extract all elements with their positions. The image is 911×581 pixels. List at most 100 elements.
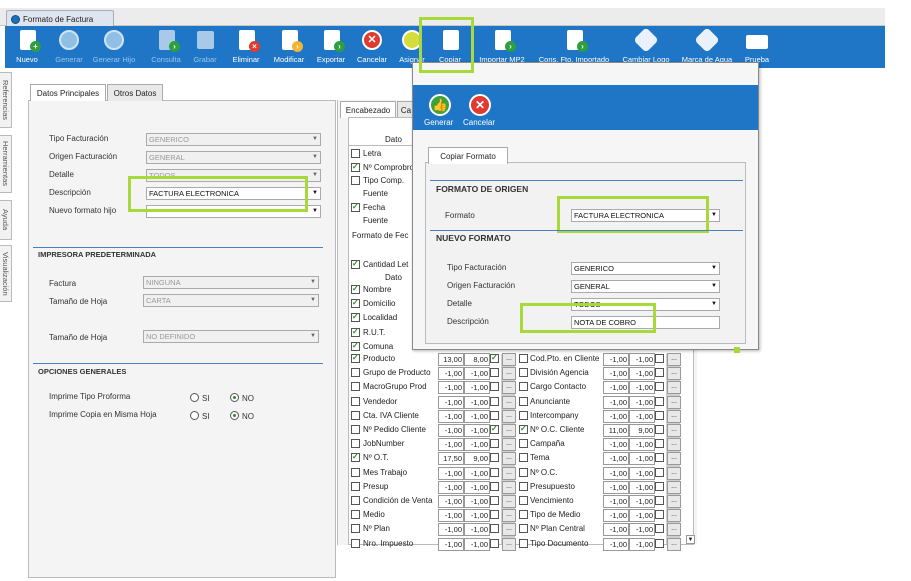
row-checkbox[interactable] <box>490 424 499 434</box>
row-value-x[interactable]: -1,00 <box>438 395 464 409</box>
row-value-y[interactable]: -1,00 <box>629 509 655 523</box>
row-checkbox[interactable] <box>351 510 360 520</box>
row-options-button[interactable]: ... <box>502 438 516 452</box>
row-checkbox[interactable] <box>351 481 360 491</box>
tab-copiar-formato[interactable]: Copiar Formato <box>428 147 508 164</box>
row-value-y[interactable]: -1,00 <box>629 381 655 395</box>
row-checkbox[interactable] <box>519 382 528 392</box>
row-checkbox[interactable] <box>490 538 499 548</box>
row-checkbox[interactable] <box>655 354 664 363</box>
side-tab-visualizacion[interactable]: Visualización <box>0 245 12 302</box>
toolbar-new-doc-button[interactable]: + Nuevo <box>9 26 45 68</box>
row-checkbox[interactable] <box>490 368 499 378</box>
row-options-button[interactable]: ... <box>667 381 681 395</box>
row-value-y[interactable]: -1,00 <box>464 480 490 494</box>
row-checkbox[interactable] <box>490 453 499 463</box>
field-checkbox[interactable] <box>351 341 360 351</box>
toolbar-thumbs-up-button[interactable]: Generar Hijo <box>89 26 139 68</box>
row-checkbox[interactable] <box>351 425 360 434</box>
row-checkbox[interactable] <box>351 382 360 392</box>
factura-printer-select[interactable]: NINGUNA ▼ <box>143 276 319 289</box>
row-value-y[interactable]: -1,00 <box>464 537 490 551</box>
row-value-x[interactable]: -1,00 <box>603 381 629 395</box>
row-options-button[interactable]: ... <box>502 480 516 494</box>
row-checkbox[interactable] <box>655 396 664 406</box>
row-value-x[interactable]: -1,00 <box>438 438 464 452</box>
row-value-y[interactable]: -1,00 <box>629 452 655 466</box>
row-options-button[interactable]: ... <box>667 523 681 537</box>
side-tab-herramientas[interactable]: Herramientas <box>0 135 12 193</box>
tab-otros-datos[interactable]: Otros Datos <box>107 84 163 101</box>
row-options-button[interactable]: ... <box>667 424 681 437</box>
row-options-button[interactable]: ... <box>502 495 516 508</box>
proforma-no-radio[interactable] <box>230 393 239 402</box>
row-value-y[interactable]: -1,00 <box>629 395 655 409</box>
row-value-y[interactable]: -1,00 <box>464 509 490 523</box>
row-value-x[interactable]: -1,00 <box>438 523 464 537</box>
field-checkbox[interactable] <box>351 312 360 323</box>
row-value-x[interactable]: 17,50 <box>438 452 464 466</box>
field-checkbox[interactable] <box>351 298 360 309</box>
window-tab[interactable]: Formato de Factura <box>6 10 114 27</box>
row-value-x[interactable]: -1,00 <box>438 424 464 437</box>
row-checkbox[interactable] <box>655 439 664 449</box>
row-checkbox[interactable] <box>490 396 499 406</box>
row-value-y[interactable]: -1,00 <box>629 367 655 381</box>
row-checkbox[interactable] <box>490 510 499 520</box>
row-options-button[interactable]: ... <box>502 466 516 480</box>
row-checkbox[interactable] <box>655 467 664 477</box>
tab-datos-principales[interactable]: Datos Principales <box>30 84 106 101</box>
row-value-y[interactable]: 9,00 <box>464 452 490 466</box>
field-checkbox[interactable] <box>351 284 360 294</box>
row-checkbox[interactable] <box>351 452 360 463</box>
row-value-y[interactable]: -1,00 <box>629 480 655 494</box>
row-options-button[interactable]: ... <box>502 353 516 366</box>
row-checkbox[interactable] <box>351 467 360 477</box>
row-checkbox[interactable] <box>519 424 528 434</box>
row-options-button[interactable]: ... <box>667 395 681 409</box>
row-checkbox[interactable] <box>490 496 499 505</box>
row-checkbox[interactable] <box>490 353 499 363</box>
tamano-hoja-select[interactable]: CARTA ▼ <box>143 294 319 307</box>
row-checkbox[interactable] <box>490 382 499 392</box>
row-options-button[interactable]: ... <box>502 424 516 437</box>
row-value-y[interactable]: -1,00 <box>629 537 655 551</box>
row-checkbox[interactable] <box>655 425 664 434</box>
row-value-y[interactable]: -1,00 <box>464 395 490 409</box>
row-checkbox[interactable] <box>490 439 499 449</box>
row-options-button[interactable]: ... <box>667 509 681 523</box>
row-checkbox[interactable] <box>519 510 528 520</box>
side-tab-ayuda[interactable]: Ayuda <box>0 200 12 240</box>
row-options-button[interactable]: ... <box>667 438 681 452</box>
scroll-down-icon[interactable]: ▼ <box>686 535 695 544</box>
row-options-button[interactable]: ... <box>667 495 681 508</box>
row-checkbox[interactable] <box>655 382 664 392</box>
row-options-button[interactable]: ... <box>667 452 681 466</box>
row-options-button[interactable]: ... <box>502 381 516 395</box>
row-value-x[interactable]: -1,00 <box>603 466 629 480</box>
row-value-x[interactable]: -1,00 <box>438 509 464 523</box>
row-value-x[interactable]: -1,00 <box>603 495 629 508</box>
copia-no-radio[interactable] <box>230 411 239 420</box>
row-value-x[interactable]: -1,00 <box>603 438 629 452</box>
row-value-y[interactable]: -1,00 <box>464 424 490 437</box>
row-checkbox[interactable] <box>351 353 360 363</box>
row-checkbox[interactable] <box>519 396 528 406</box>
row-checkbox[interactable] <box>490 467 499 477</box>
row-value-y[interactable]: -1,00 <box>464 367 490 381</box>
row-value-x[interactable]: -1,00 <box>438 409 464 423</box>
row-value-x[interactable]: -1,00 <box>438 367 464 381</box>
field-checkbox[interactable] <box>351 162 360 172</box>
row-checkbox[interactable] <box>351 368 360 378</box>
row-value-x[interactable]: -1,00 <box>603 523 629 537</box>
row-checkbox[interactable] <box>655 524 664 534</box>
row-value-y[interactable]: -1,00 <box>464 438 490 452</box>
copia-si-radio[interactable] <box>190 411 199 420</box>
row-value-y[interactable]: -1,00 <box>629 495 655 508</box>
row-value-x[interactable]: -1,00 <box>603 480 629 494</box>
tipo-facturacion-select[interactable]: GENERICO ▼ <box>146 133 321 146</box>
toolbar-delete-doc-button[interactable]: × Eliminar <box>227 26 265 68</box>
row-checkbox[interactable] <box>655 453 664 463</box>
row-value-x[interactable]: -1,00 <box>438 537 464 551</box>
row-checkbox[interactable] <box>655 410 664 420</box>
